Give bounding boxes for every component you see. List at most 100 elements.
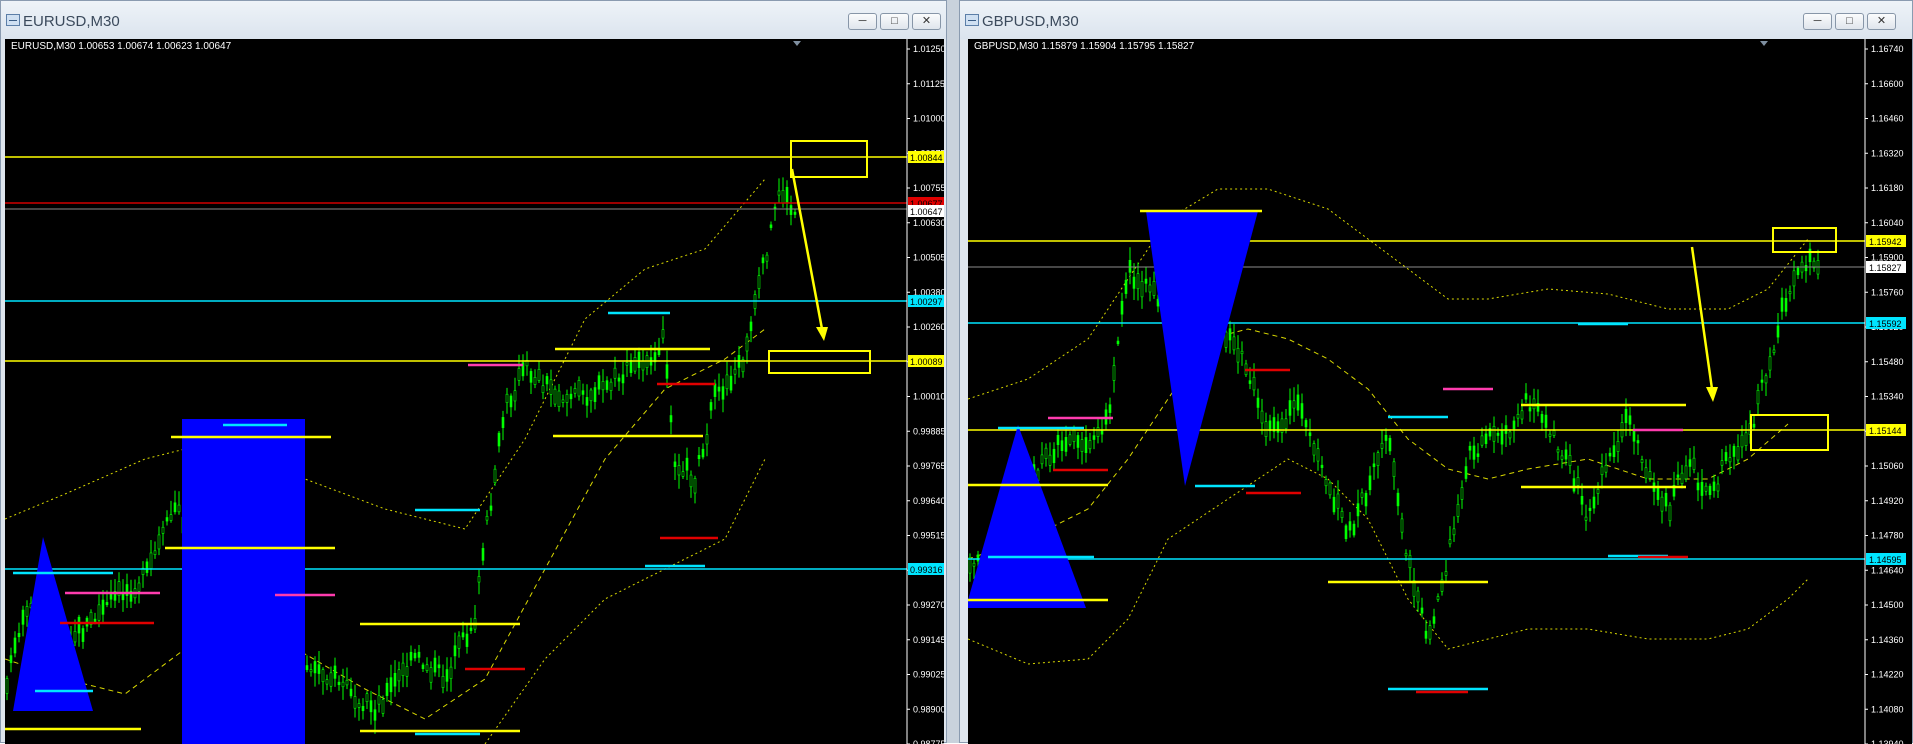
candle-body [1352, 523, 1356, 536]
candle-body [1732, 445, 1736, 457]
minimize-button[interactable]: ─ [848, 13, 877, 30]
candle-body [93, 618, 97, 622]
support-tag: 1.00089 [908, 355, 944, 367]
candle-body [21, 609, 25, 625]
blue-zone-rect[interactable] [182, 419, 305, 744]
candle-body [1368, 475, 1372, 491]
cyan-low-tag: 1.14595 [1866, 553, 1906, 565]
candle-body [749, 321, 753, 332]
candle-body [413, 652, 417, 659]
candle-body [1436, 596, 1440, 600]
candle-body [1428, 625, 1432, 640]
candle-body [361, 705, 365, 712]
minimize-button[interactable]: ─ [1803, 13, 1832, 30]
candle-body [1308, 432, 1312, 437]
candle-body [1556, 448, 1560, 453]
candle-body [1628, 415, 1632, 425]
candle-body [165, 517, 169, 522]
candle-body [1088, 440, 1092, 450]
svg-text:1.15592: 1.15592 [1869, 319, 1902, 329]
candle-body [9, 655, 13, 664]
candle-body [401, 662, 405, 677]
candle-body [1348, 521, 1352, 531]
svg-text:1.15827: 1.15827 [1869, 263, 1902, 273]
candle-body [393, 673, 397, 687]
candle-body [1624, 408, 1628, 424]
candle-body [1484, 433, 1488, 444]
price-tick-label: 1.16600 [1871, 79, 1904, 89]
candle-body [309, 669, 313, 673]
eurusd-chart-canvas[interactable]: 1.012501.011251.010001.008751.007551.006… [5, 39, 944, 744]
candle-body [81, 628, 85, 642]
gbpusd-chart-canvas[interactable]: 1.16740 1.16600 1.16460 1.16320 1.16180 1.160… [968, 39, 1912, 744]
candle-body [717, 386, 721, 392]
price-tick-label: 1.14500 [1871, 600, 1904, 610]
candle-body [1304, 420, 1308, 428]
gbpusd-chart[interactable]: 1.16740 1.16600 1.16460 1.16320 1.16180 1.160… [968, 39, 1912, 744]
arrow-head [816, 327, 828, 341]
shift-marker[interactable] [1760, 41, 1768, 46]
target-box-top[interactable] [1772, 227, 1837, 253]
price-tick-label: 0.98900 [913, 704, 944, 714]
maximize-button[interactable]: □ [880, 13, 909, 30]
window-divider [947, 0, 959, 743]
target-box-top[interactable] [790, 140, 868, 178]
candle-body [1152, 280, 1156, 296]
candle-body [785, 186, 789, 203]
candle-body [1292, 400, 1296, 409]
price-tick-label: 1.14920 [1871, 496, 1904, 506]
svg-text:1.15144: 1.15144 [1869, 426, 1902, 436]
candle-body [1508, 431, 1512, 439]
candle-body [97, 604, 101, 621]
blue-inverted-triangle[interactable] [1146, 211, 1258, 486]
candle-body [693, 478, 697, 494]
candle-body [777, 190, 781, 196]
resistance-tag: 1.15942 [1866, 235, 1906, 247]
candle-body [1716, 483, 1720, 492]
candle-body [1564, 449, 1568, 460]
candle-body [157, 534, 161, 550]
candle-body [1720, 460, 1724, 466]
candle-body [1460, 487, 1464, 500]
maximize-button[interactable]: □ [1835, 13, 1864, 30]
close-button[interactable]: ✕ [1867, 13, 1896, 30]
close-button[interactable]: ✕ [912, 13, 941, 30]
candle-body [321, 669, 325, 683]
maximize-icon: □ [891, 15, 898, 27]
resistance-tag: 1.00844 [908, 151, 944, 163]
cyan-tag: 1.15592 [1866, 317, 1906, 329]
candle-body [1784, 298, 1788, 312]
target-box-bottom[interactable] [768, 350, 871, 374]
candle-body [513, 390, 517, 402]
candle-body [529, 371, 533, 383]
gbpusd-window: GBPUSD,M30 ─ □ ✕ 1.16740 1.16600 1.16460 1.… [959, 0, 1913, 744]
candle-body [1604, 465, 1608, 473]
eurusd-chart[interactable]: 1.012501.011251.010001.008751.007551.006… [5, 39, 944, 744]
candle-body [601, 381, 605, 391]
candle-body [1768, 356, 1772, 371]
candle-body [1788, 291, 1792, 295]
candle-body [537, 368, 541, 381]
target-arrow [1690, 246, 1714, 390]
candle-body [1056, 434, 1060, 446]
shift-marker[interactable] [793, 41, 801, 46]
candle-body [1080, 439, 1084, 452]
candle-body [641, 360, 645, 371]
price-tick-label: 0.99885 [913, 426, 944, 436]
target-box-bottom[interactable] [1750, 414, 1829, 451]
candle-body [585, 397, 589, 406]
candle-body [1336, 493, 1340, 509]
maximize-icon: □ [1846, 15, 1853, 27]
candle-body [329, 672, 333, 687]
candle-body [685, 457, 689, 471]
blue-triangle-pattern[interactable] [968, 425, 1086, 608]
candle-body [1404, 553, 1408, 557]
arrow-head [1706, 387, 1718, 402]
candle-body [577, 380, 581, 397]
price-tick-label: 1.01125 [913, 79, 944, 89]
candle-body [1444, 571, 1448, 576]
eurusd-titlebar[interactable]: EURUSD,M30 ─ □ ✕ [1, 1, 946, 39]
gbpusd-titlebar[interactable]: GBPUSD,M30 ─ □ ✕ [960, 1, 1912, 39]
candle-body [161, 526, 165, 534]
candle-body [1224, 331, 1228, 348]
